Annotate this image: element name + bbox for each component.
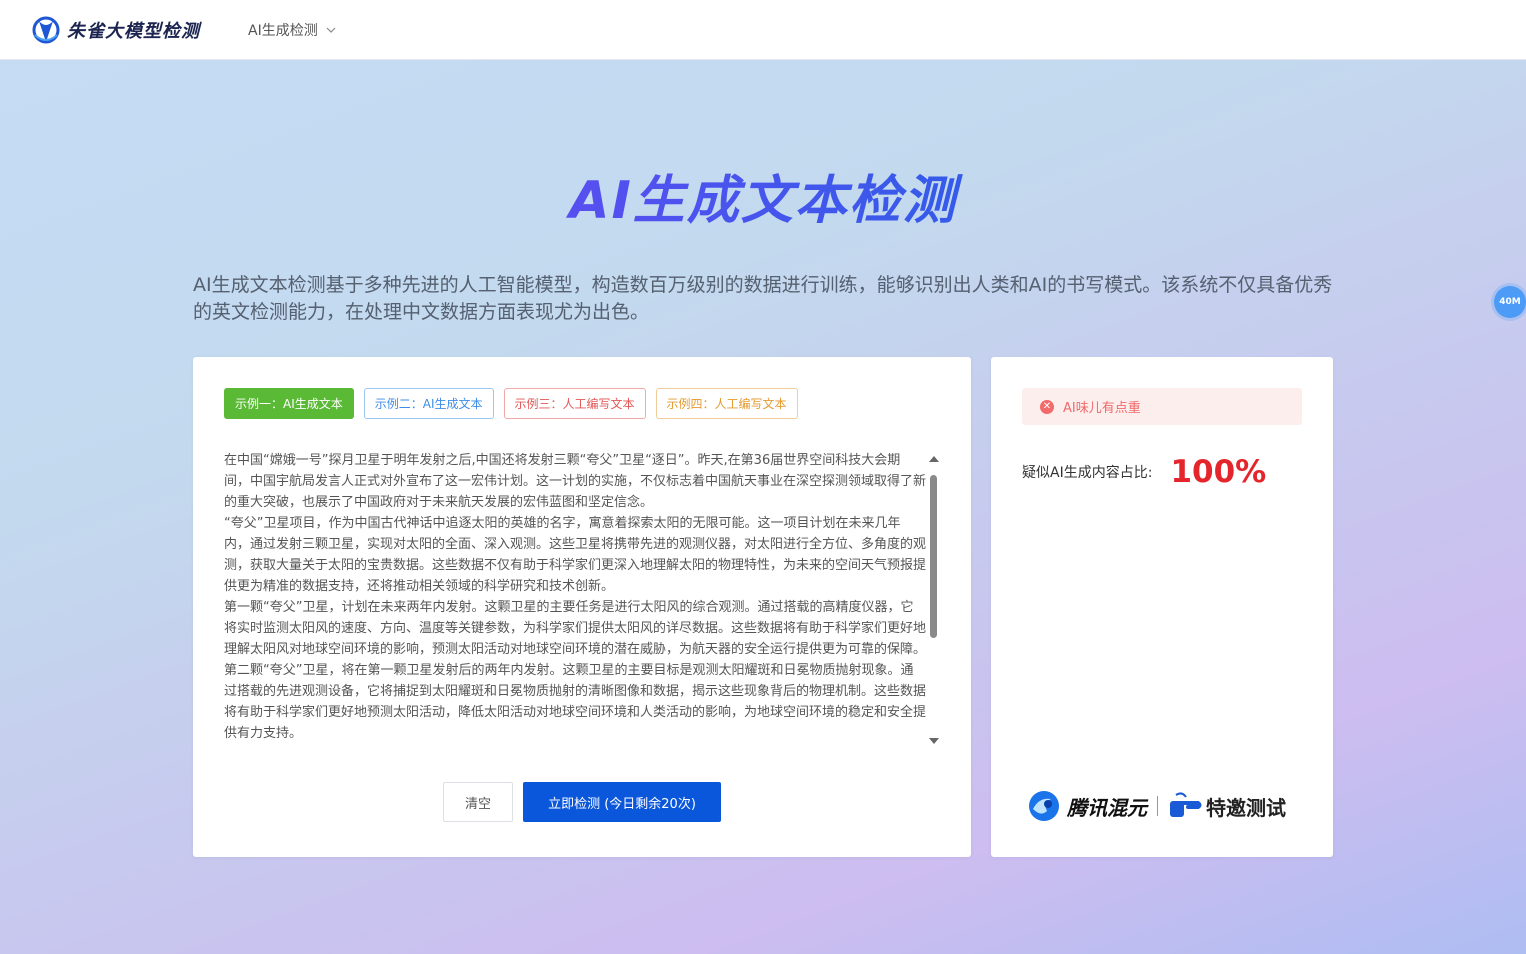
chevron-down-icon xyxy=(326,27,336,33)
error-circle-icon: ✕ xyxy=(1040,399,1054,414)
result-card: ✕ AI味儿有点重 疑似AI生成内容占比: 100% 腾讯混元 特邀测试 xyxy=(991,357,1333,857)
scroll-up-arrow-icon[interactable] xyxy=(929,456,939,462)
logo-divider xyxy=(1157,796,1158,816)
hunyuan-logo-icon xyxy=(1029,791,1059,821)
alert-text: AI味儿有点重 xyxy=(1063,401,1141,416)
detect-now-button[interactable]: 立即检测 (今日剩余20次) xyxy=(523,782,721,822)
example-1-button[interactable]: 示例一：AI生成文本 xyxy=(224,388,354,419)
floating-memory-badge[interactable]: 40M xyxy=(1494,286,1526,318)
example-3-button[interactable]: 示例三：人工编写文本 xyxy=(503,388,646,419)
scroll-down-arrow-icon[interactable] xyxy=(929,738,939,744)
intro-text: AI生成文本检测基于多种先进的人工智能模型，构造数百万级别的数据进行训练，能够识… xyxy=(193,274,1333,323)
logo[interactable]: 朱雀大模型检测 xyxy=(31,15,200,45)
invite-test-text: 特邀测试 xyxy=(1206,795,1286,820)
page-title: AI生成文本检测 xyxy=(0,158,1526,233)
example-2-button[interactable]: 示例二：AI生成文本 xyxy=(363,388,494,419)
partner-logos: 腾讯混元 特邀测试 xyxy=(1027,789,1286,823)
nav-label: AI生成检测 xyxy=(248,22,318,39)
clear-button[interactable]: 清空 xyxy=(443,782,513,822)
example-tabs: 示例一：AI生成文本 示例二：AI生成文本 示例三：人工编写文本 示例四：人工编… xyxy=(224,388,808,419)
input-text[interactable]: 在中国“嫦娥一号”探月卫星于明年发射之后,中国还将发射三颗“夸父”卫星“逐日”。… xyxy=(224,450,926,744)
ai-ratio-value: 100% xyxy=(1170,454,1267,490)
scroll-thumb[interactable] xyxy=(930,475,937,638)
example-4-button[interactable]: 示例四：人工编写文本 xyxy=(655,388,798,419)
zhuque-logo-icon xyxy=(32,16,60,43)
hand-pointer-icon xyxy=(1170,792,1202,817)
nav-ai-detection-dropdown[interactable]: AI生成检测 xyxy=(248,20,336,40)
textarea-scrollbar[interactable] xyxy=(926,450,940,750)
text-input-area[interactable]: 在中国“嫦娥一号”探月卫星于明年发射之后,中国还将发射三颗“夸父”卫星“逐日”。… xyxy=(224,450,940,750)
partner-text: 腾讯混元 xyxy=(1067,795,1147,820)
result-row: 疑似AI生成内容占比: 100% xyxy=(1022,454,1266,490)
result-alert: ✕ AI味儿有点重 xyxy=(1022,388,1302,425)
logo-text: 朱雀大模型检测 xyxy=(67,20,200,42)
input-card: 示例一：AI生成文本 示例二：AI生成文本 示例三：人工编写文本 示例四：人工编… xyxy=(193,357,971,857)
ai-ratio-label: 疑似AI生成内容占比: xyxy=(1022,465,1153,481)
top-navbar: 朱雀大模型检测 AI生成检测 xyxy=(0,0,1526,60)
